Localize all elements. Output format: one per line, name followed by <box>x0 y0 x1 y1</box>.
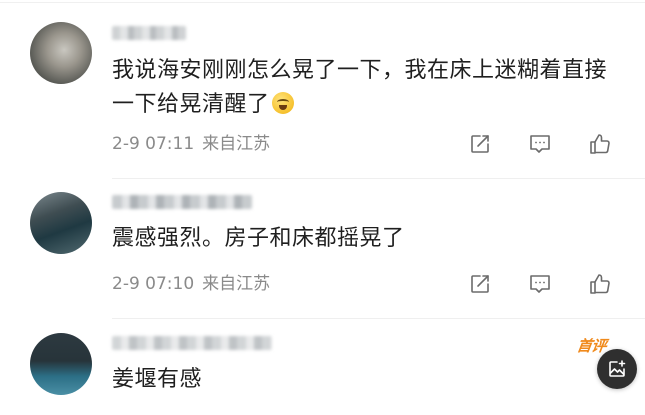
comment-location: 来自江苏 <box>202 134 271 154</box>
comment-actions <box>460 270 620 298</box>
share-button[interactable] <box>466 130 494 158</box>
comment-actions <box>460 130 620 158</box>
compose-image-icon <box>609 360 626 377</box>
comment-text: 姜堰有感 <box>112 367 203 392</box>
comment-text: 我说海安刚刚怎么晃了一下，我在床上迷糊着直接一下给晃清醒了 <box>112 54 612 122</box>
comment-icon <box>530 275 550 293</box>
comment-text-content: 我说海安刚刚怎么晃了一下，我在床上迷糊着直接一下给晃清醒了 <box>112 58 608 117</box>
share-button[interactable] <box>466 270 494 298</box>
avatar[interactable] <box>30 22 92 84</box>
comment-location: 来自江苏 <box>202 274 271 294</box>
share-icon <box>471 275 489 293</box>
comment-meta: 2-9 07:10 来自江苏 <box>112 274 270 294</box>
like-button[interactable] <box>586 270 614 298</box>
comment-button[interactable] <box>526 270 554 298</box>
thumbs-up-icon <box>590 274 610 294</box>
comment-icon <box>530 135 550 153</box>
comment-meta: 2-9 07:11 来自江苏 <box>112 134 270 154</box>
comment-divider <box>112 318 645 319</box>
comment-list: 我说海安刚刚怎么晃了一下，我在床上迷糊着直接一下给晃清醒了 2-9 07:11 来… <box>0 0 645 415</box>
username-blurred[interactable] <box>112 26 186 40</box>
laughing-tears-emoji-icon <box>271 92 294 114</box>
username-blurred[interactable] <box>112 336 272 350</box>
avatar[interactable] <box>30 192 92 254</box>
comment-divider <box>112 178 645 179</box>
comment-date: 2-9 07:10 <box>112 274 195 294</box>
thumbs-up-icon <box>590 134 610 154</box>
like-button[interactable] <box>586 130 614 158</box>
avatar[interactable] <box>30 333 92 395</box>
share-icon <box>471 135 489 153</box>
comment-text: 震感强烈。房子和床都摇晃了 <box>112 226 405 251</box>
comment-button[interactable] <box>526 130 554 158</box>
top-divider <box>0 2 645 3</box>
compose-fab-button[interactable] <box>597 349 637 389</box>
comment-date: 2-9 07:11 <box>112 134 195 154</box>
username-blurred[interactable] <box>112 195 252 209</box>
first-comment-badge: 首评 <box>575 337 608 355</box>
